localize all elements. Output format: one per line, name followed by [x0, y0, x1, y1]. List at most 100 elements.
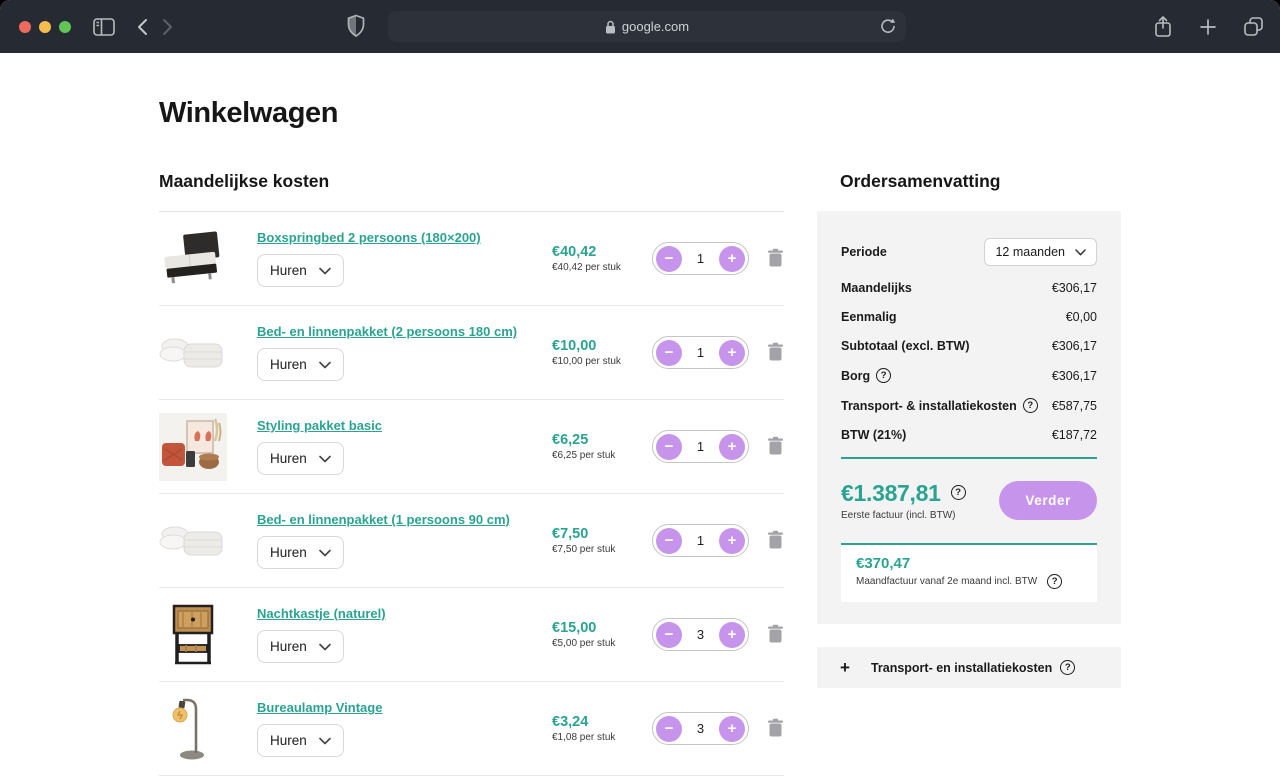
styling-package-image [159, 413, 227, 481]
back-button[interactable] [137, 18, 148, 36]
product-link[interactable]: Boxspringbed 2 persoons (180×200) [257, 230, 481, 245]
decrease-quantity-button[interactable]: − [656, 340, 682, 366]
help-icon[interactable]: ? [951, 485, 966, 500]
forward-button[interactable] [162, 18, 173, 36]
monthly-costs-heading: Maandelijkse kosten [159, 171, 784, 192]
quantity-stepper: − 1 + [652, 430, 749, 463]
product-link[interactable]: Nachtkastje (naturel) [257, 606, 386, 621]
increase-quantity-button[interactable]: + [719, 434, 745, 460]
total-caption: Eerste factuur (incl. BTW) [841, 510, 966, 521]
address-bar[interactable]: google.com [388, 11, 906, 42]
decrease-quantity-button[interactable]: − [656, 716, 682, 742]
rental-option-select[interactable]: Huren [257, 630, 344, 663]
rental-option-select[interactable]: Huren [257, 536, 344, 569]
summary-row: Borg? €306,17 [841, 368, 1097, 383]
help-icon[interactable]: ? [876, 368, 891, 383]
increase-quantity-button[interactable]: + [719, 716, 745, 742]
transport-label: Transport- en installatiekosten [871, 661, 1052, 675]
period-label: Periode [841, 245, 887, 259]
item-price: €15,00 [552, 620, 652, 636]
trash-icon [767, 342, 784, 361]
cart-item-row: Nachtkastje (naturel) Huren €15,00 €5,00… [159, 588, 784, 682]
monthly-invoice-box: €370,47 Maandfactuur vanaf 2e maand incl… [841, 543, 1097, 602]
rental-option-select[interactable]: Huren [257, 254, 344, 287]
share-button[interactable] [1153, 15, 1173, 39]
quantity-stepper: − 3 + [652, 618, 749, 651]
remove-item-button[interactable] [767, 436, 784, 458]
plus-icon [1199, 18, 1217, 36]
remove-item-button[interactable] [767, 530, 784, 552]
summary-row: Subtotaal (excl. BTW) €306,17 [841, 339, 1097, 353]
forward-chevron-icon [162, 18, 173, 36]
sidebar-icon [93, 18, 115, 36]
product-image [159, 601, 227, 669]
help-icon[interactable]: ? [1047, 574, 1062, 589]
chevron-down-icon [319, 455, 331, 463]
rental-option-select[interactable]: Huren [257, 348, 344, 381]
order-summary-panel: Periode 12 maanden Maandelijks €306,17 E… [817, 211, 1121, 624]
rental-option-value: Huren [270, 545, 307, 560]
period-select[interactable]: 12 maanden [984, 238, 1097, 266]
remove-item-button[interactable] [767, 248, 784, 270]
zoom-window-button[interactable] [59, 21, 71, 33]
summary-value: €187,72 [1052, 428, 1097, 442]
decrease-quantity-button[interactable]: − [656, 434, 682, 460]
tab-overview-button[interactable] [1243, 16, 1264, 37]
item-unit-price: €7,50 per stuk [552, 544, 652, 555]
product-link[interactable]: Styling pakket basic [257, 418, 382, 433]
order-summary-heading: Ordersamenvatting [840, 171, 1121, 192]
increase-quantity-button[interactable]: + [719, 528, 745, 554]
remove-item-button[interactable] [767, 718, 784, 740]
rental-option-value: Huren [270, 451, 307, 466]
summary-value: €306,17 [1052, 281, 1097, 295]
decrease-quantity-button[interactable]: − [656, 528, 682, 554]
remove-item-button[interactable] [767, 342, 784, 364]
browser-toolbar: google.com [0, 0, 1280, 53]
decrease-quantity-button[interactable]: − [656, 622, 682, 648]
increase-quantity-button[interactable]: + [719, 340, 745, 366]
decrease-quantity-button[interactable]: − [656, 246, 682, 272]
trash-icon [767, 718, 784, 737]
linen-package-image [159, 507, 227, 575]
product-link[interactable]: Bureaulamp Vintage [257, 700, 382, 715]
close-window-button[interactable] [19, 21, 31, 33]
product-image [159, 695, 227, 763]
minimize-window-button[interactable] [39, 21, 51, 33]
rental-option-select[interactable]: Huren [257, 442, 344, 475]
remove-item-button[interactable] [767, 624, 784, 646]
product-link[interactable]: Bed- en linnenpakket (2 persoons 180 cm) [257, 324, 517, 339]
item-unit-price: €6,25 per stuk [552, 450, 652, 461]
item-unit-price: €10,00 per stuk [552, 356, 652, 367]
item-price: €40,42 [552, 244, 652, 260]
total-amount: €1.387,81 [841, 480, 941, 507]
help-icon[interactable]: ? [1023, 398, 1038, 413]
cart-item-row: Boxspringbed 2 persoons (180×200) Huren … [159, 212, 784, 306]
trash-icon [767, 530, 784, 549]
quantity-value: 3 [697, 721, 704, 736]
summary-row: BTW (21%) €187,72 [841, 428, 1097, 442]
product-image [159, 507, 227, 575]
monthly-amount: €370,47 [856, 555, 1082, 572]
reload-button[interactable] [879, 17, 896, 36]
increase-quantity-button[interactable]: + [719, 246, 745, 272]
share-icon [1153, 15, 1173, 39]
help-icon[interactable]: ? [1060, 660, 1075, 675]
rental-option-value: Huren [270, 733, 307, 748]
quantity-stepper: − 1 + [652, 336, 749, 369]
privacy-shield-button[interactable] [347, 14, 365, 38]
rental-option-value: Huren [270, 639, 307, 654]
linen-package-image [159, 319, 227, 387]
summary-row: Maandelijks €306,17 [841, 281, 1097, 295]
quantity-value: 1 [697, 251, 704, 266]
continue-button[interactable]: Verder [999, 481, 1097, 520]
rental-option-select[interactable]: Huren [257, 724, 344, 757]
new-tab-button[interactable] [1199, 18, 1217, 36]
desk-lamp-image [159, 695, 227, 763]
increase-quantity-button[interactable]: + [719, 622, 745, 648]
transport-costs-expander[interactable]: + Transport- en installatiekosten ? [817, 647, 1121, 688]
shield-icon [347, 14, 365, 38]
product-link[interactable]: Bed- en linnenpakket (1 persoons 90 cm) [257, 512, 510, 527]
chevron-down-icon [319, 361, 331, 369]
expand-icon: + [840, 658, 850, 678]
sidebar-toggle-button[interactable] [93, 18, 115, 36]
